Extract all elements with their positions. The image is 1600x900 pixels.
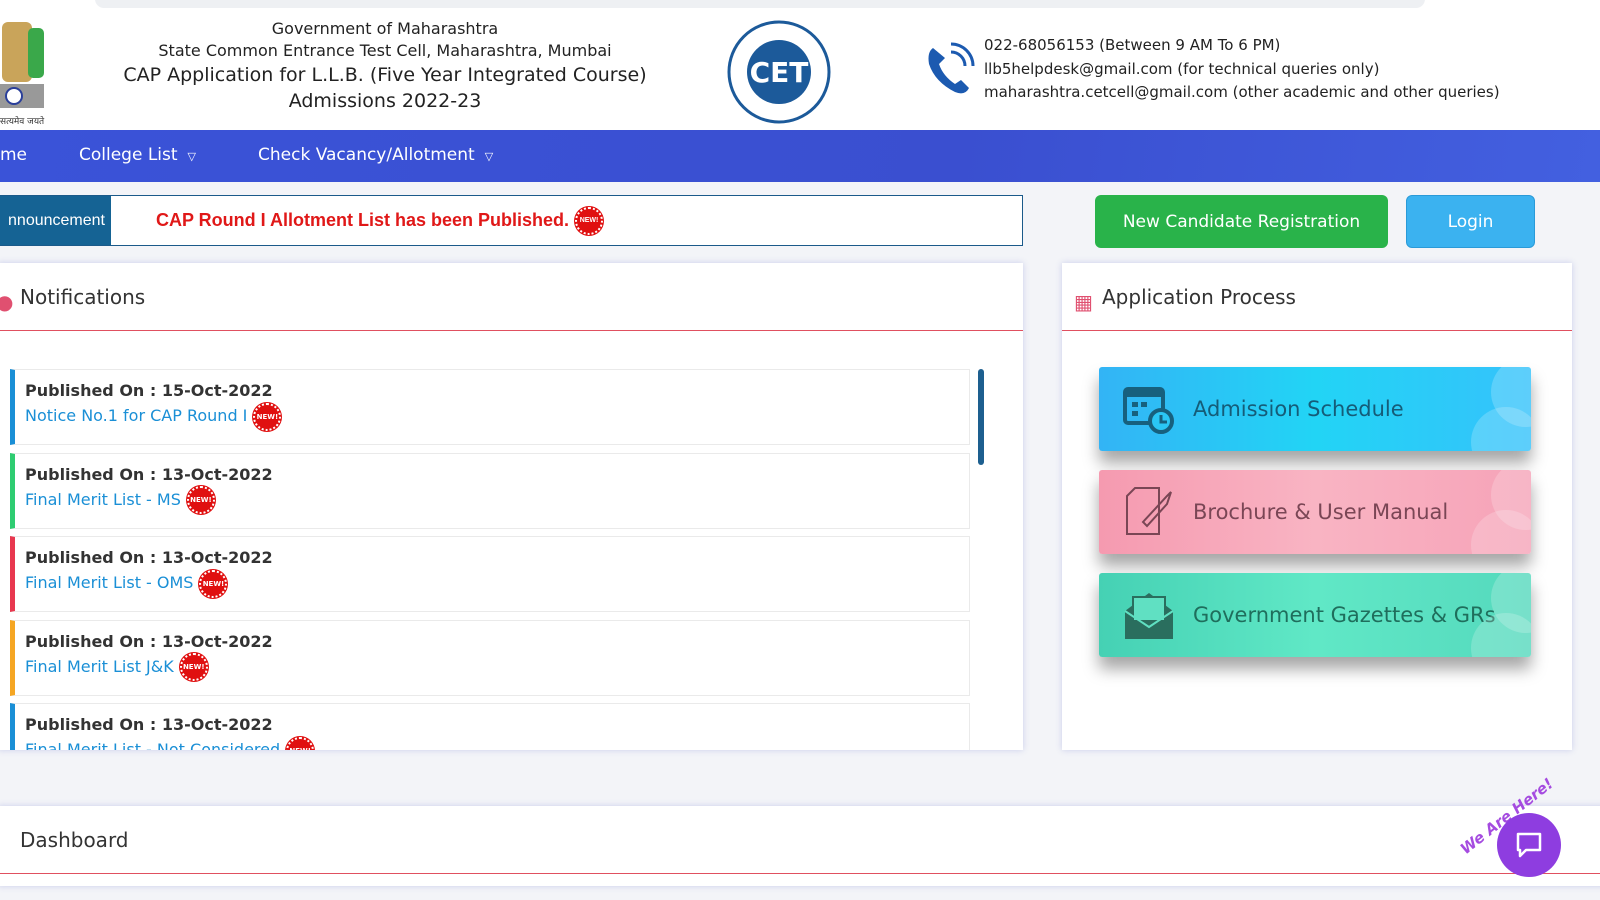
chevron-down-icon: ▽: [187, 150, 197, 163]
cell-title: State Common Entrance Test Cell, Maharas…: [158, 41, 612, 60]
notification-link[interactable]: Final Merit List - OMS NEW!: [25, 569, 969, 598]
technical-email[interactable]: llb5helpdesk@gmail.com (for technical qu…: [984, 58, 1500, 82]
panel-title: Notifications: [20, 284, 146, 309]
card-label: Government Gazettes & GRs: [1193, 603, 1496, 627]
notification-link[interactable]: Final Merit List - MS NEW!: [25, 486, 969, 514]
panel-title: Dashboard: [20, 827, 129, 852]
application-process-panel: ▦ Application Process Admission Schedule …: [1062, 263, 1572, 750]
cet-logo: CET: [727, 20, 831, 124]
emblem-caption: सत्यमेव जयते: [0, 115, 45, 127]
brochure-card[interactable]: Brochure & User Manual: [1099, 470, 1531, 554]
card-label: Admission Schedule: [1193, 397, 1404, 421]
site-titles: Government of Maharashtra State Common E…: [100, 18, 670, 114]
chat-button[interactable]: [1497, 813, 1561, 877]
notification-item: Published On : 13-Oct-2022 Final Merit Li…: [10, 452, 970, 529]
published-date: Published On : 13-Oct-2022: [25, 715, 273, 734]
site-header: सत्यमेव जयते Government of Maharashtra S…: [0, 12, 1600, 130]
notification-item: Published On : 13-Oct-2022 Final Merit Li…: [10, 536, 970, 612]
notification-link[interactable]: Final Merit List J&K NEW!: [25, 653, 969, 681]
open-envelope-icon: [1124, 593, 1174, 639]
notification-item: Published On : 13-Oct-2022 Final Merit Li…: [10, 703, 970, 750]
login-button[interactable]: Login: [1406, 195, 1535, 248]
nav-check-vacancy[interactable]: Check Vacancy/Allotment ▽: [258, 145, 493, 165]
main-nav: me College List ▽ Check Vacancy/Allotment…: [0, 130, 1600, 182]
calendar-clock-icon: [1123, 387, 1174, 434]
national-emblem-icon: सत्यमेव जयते: [0, 22, 45, 127]
new-badge-icon: NEW!: [253, 402, 282, 431]
browser-strip: [0, 0, 1600, 12]
new-badge-icon: NEW!: [186, 486, 215, 514]
gov-title: Government of Maharashtra: [271, 19, 499, 38]
new-badge-icon: NEW!: [575, 206, 604, 235]
scrollbar[interactable]: [978, 369, 984, 465]
contact-info: 022-68056153 (Between 9 AM To 6 PM) llb5…: [984, 34, 1500, 105]
nav-home[interactable]: me: [0, 145, 27, 165]
new-badge-icon: NEW!: [179, 653, 208, 681]
announcement-text[interactable]: CAP Round I Allotment List has been Publ…: [156, 206, 604, 235]
notification-link[interactable]: Final Merit List - Not ConsideredNEW!: [25, 736, 969, 750]
published-date: Published On : 13-Oct-2022: [25, 464, 273, 484]
phone-icon: [928, 42, 975, 94]
process-icon: ▦: [1074, 289, 1093, 314]
published-date: Published On : 13-Oct-2022: [25, 548, 273, 567]
new-candidate-registration-button[interactable]: New Candidate Registration: [1095, 195, 1388, 248]
panel-title: Application Process: [1102, 284, 1296, 309]
application-title: CAP Application for L.L.B. (Five Year In…: [123, 64, 647, 86]
phone-number: 022-68056153 (Between 9 AM To 6 PM): [984, 36, 1281, 54]
card-label: Brochure & User Manual: [1193, 500, 1449, 524]
admission-year: Admissions 2022-23: [288, 90, 482, 112]
new-badge-icon: NEW!: [199, 569, 228, 598]
dashboard-panel: ▏ Dashboard: [0, 806, 1600, 886]
gazettes-card[interactable]: Government Gazettes & GRs: [1099, 573, 1531, 657]
announcement-label: nnouncement: [0, 196, 111, 245]
document-rocket-icon: [1126, 487, 1172, 535]
bell-icon: ●: [0, 289, 14, 314]
admission-schedule-card[interactable]: Admission Schedule: [1099, 367, 1531, 451]
chevron-down-icon: ▽: [484, 150, 494, 163]
chart-icon: ▏: [0, 832, 12, 857]
academic-email[interactable]: maharashtra.cetcell@gmail.com (other aca…: [984, 81, 1500, 105]
nav-college-list[interactable]: College List ▽: [79, 145, 196, 165]
notification-link[interactable]: Notice No.1 for CAP Round I NEW!: [25, 402, 969, 431]
notifications-list: Published On : 15-Oct-2022 Notice No.1 fo…: [10, 369, 970, 750]
notification-item: Published On : 15-Oct-2022 Notice No.1 fo…: [10, 369, 970, 445]
svg-text:CET: CET: [750, 56, 809, 89]
new-badge-icon: NEW!: [286, 736, 315, 750]
chat-bubble-icon: [1516, 832, 1542, 858]
published-date: Published On : 13-Oct-2022: [25, 631, 273, 651]
published-date: Published On : 15-Oct-2022: [25, 381, 273, 400]
notifications-panel: ● Notifications Published On : 15-Oct-202…: [0, 263, 1023, 750]
notification-item: Published On : 13-Oct-2022 Final Merit Li…: [10, 619, 970, 696]
announcement-bar: nnouncement CAP Round I Allotment List h…: [0, 195, 1023, 246]
